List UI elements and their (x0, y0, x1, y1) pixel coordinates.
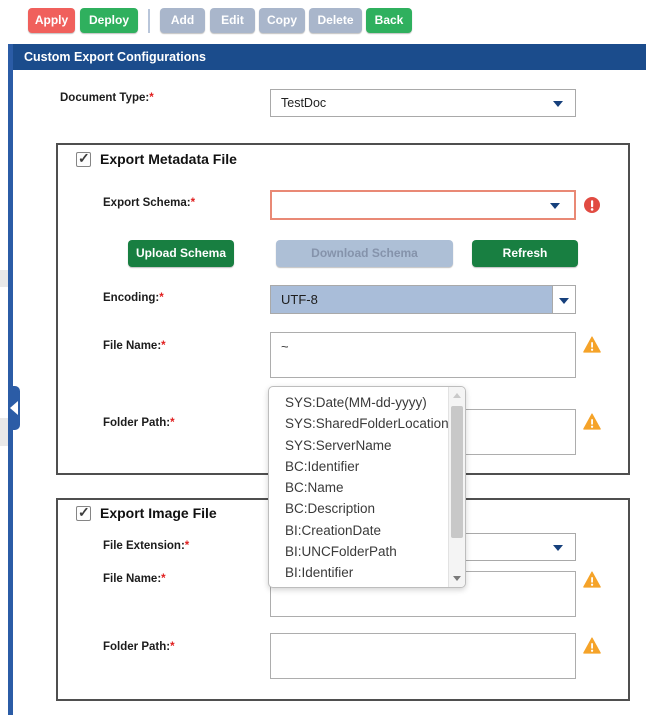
required-asterisk: * (149, 92, 153, 104)
delete-button[interactable]: Delete (309, 8, 362, 33)
file-extension-label: File Extension:* (103, 540, 189, 552)
export-metadata-title: Export Metadata File (100, 151, 237, 167)
image-folder-path-value (271, 634, 575, 640)
encoding-label: Encoding:* (103, 292, 164, 304)
encoding-value: UTF-8 (271, 286, 552, 314)
scroll-up-arrow[interactable] (449, 387, 466, 404)
background-fragment (0, 418, 8, 446)
upload-schema-button[interactable]: Upload Schema (128, 240, 234, 267)
required-asterisk: * (161, 573, 165, 585)
back-button[interactable]: Back (366, 8, 412, 33)
export-image-title: Export Image File (100, 505, 217, 521)
scrollbar-thumb[interactable] (451, 406, 463, 538)
chevron-down-icon (550, 203, 560, 209)
encoding-select[interactable]: UTF-8 (270, 285, 576, 314)
required-asterisk: * (185, 540, 189, 552)
list-item[interactable]: BC:Description (269, 498, 448, 519)
encoding-selected-fill: UTF-8 (271, 286, 552, 313)
deploy-button[interactable]: Deploy (80, 8, 138, 33)
required-asterisk: * (170, 641, 174, 653)
required-asterisk: * (170, 417, 174, 429)
background-fragment (0, 270, 8, 287)
field-token-items: SYS:Date(MM-dd-yyyy) SYS:SharedFolderLoc… (269, 392, 448, 584)
chevron-left-icon (10, 401, 18, 415)
export-schema-label: Export Schema:* (103, 197, 195, 209)
checkmark-icon: ✓ (78, 504, 90, 521)
edit-button[interactable]: Edit (210, 8, 255, 33)
required-asterisk: * (161, 340, 165, 352)
list-item[interactable]: SYS:SharedFolderLocation (269, 413, 448, 434)
encoding-arrow-cell[interactable] (552, 286, 575, 313)
document-type-value: TestDoc (271, 90, 575, 116)
chevron-down-icon (553, 101, 563, 107)
scroll-down-arrow[interactable] (449, 570, 466, 587)
metadata-file-name-input[interactable]: ~ (270, 332, 576, 378)
warning-icon (583, 336, 601, 353)
copy-button[interactable]: Copy (259, 8, 305, 33)
chevron-down-icon (553, 545, 563, 551)
download-schema-button[interactable]: Download Schema (276, 240, 453, 267)
required-asterisk: * (191, 197, 195, 209)
metadata-file-name-value: ~ (271, 333, 575, 354)
image-folder-path-input[interactable] (270, 633, 576, 679)
warning-icon (583, 637, 601, 654)
list-item[interactable]: BC:Name (269, 477, 448, 498)
list-item[interactable]: SYS:ServerName (269, 435, 448, 456)
apply-button[interactable]: Apply (28, 8, 75, 33)
chevron-down-icon (559, 298, 569, 304)
panel-left-edge (8, 44, 13, 715)
export-metadata-checkbox[interactable]: ✓ (76, 152, 91, 167)
field-token-dropdown-list: SYS:Date(MM-dd-yyyy) SYS:SharedFolderLoc… (268, 386, 466, 588)
metadata-folder-path-label: Folder Path:* (103, 417, 175, 429)
add-button[interactable]: Add (160, 8, 205, 33)
list-item[interactable]: BC:Identifier (269, 456, 448, 477)
list-item[interactable]: BI:CreationDate (269, 520, 448, 541)
export-schema-select[interactable] (270, 190, 576, 220)
list-item[interactable]: BI:Identifier (269, 562, 448, 583)
checkmark-icon: ✓ (78, 150, 90, 167)
panel-collapse-tab[interactable] (8, 386, 20, 430)
document-type-select[interactable]: TestDoc (270, 89, 576, 117)
list-item[interactable]: BI:UNCFolderPath (269, 541, 448, 562)
metadata-file-name-label: File Name:* (103, 340, 166, 352)
custom-export-configurations-screen: Apply Deploy Add Edit Copy Delete Back C… (0, 0, 646, 715)
list-scrollbar[interactable] (448, 387, 465, 587)
required-asterisk: * (159, 292, 163, 304)
document-type-label: Document Type:* (60, 92, 154, 104)
panel-header: Custom Export Configurations (13, 44, 646, 70)
export-image-checkbox[interactable]: ✓ (76, 506, 91, 521)
triangle-down-icon (453, 576, 461, 581)
warning-icon (583, 413, 601, 430)
list-item[interactable]: SYS:Date(MM-dd-yyyy) (269, 392, 448, 413)
image-folder-path-label: Folder Path:* (103, 641, 175, 653)
toolbar-divider (148, 9, 150, 33)
image-file-name-label: File Name:* (103, 573, 166, 585)
error-icon (584, 197, 600, 213)
triangle-up-icon (453, 393, 461, 398)
page-title: Custom Export Configurations (13, 44, 646, 70)
warning-icon (583, 571, 601, 588)
refresh-button[interactable]: Refresh (472, 240, 578, 267)
